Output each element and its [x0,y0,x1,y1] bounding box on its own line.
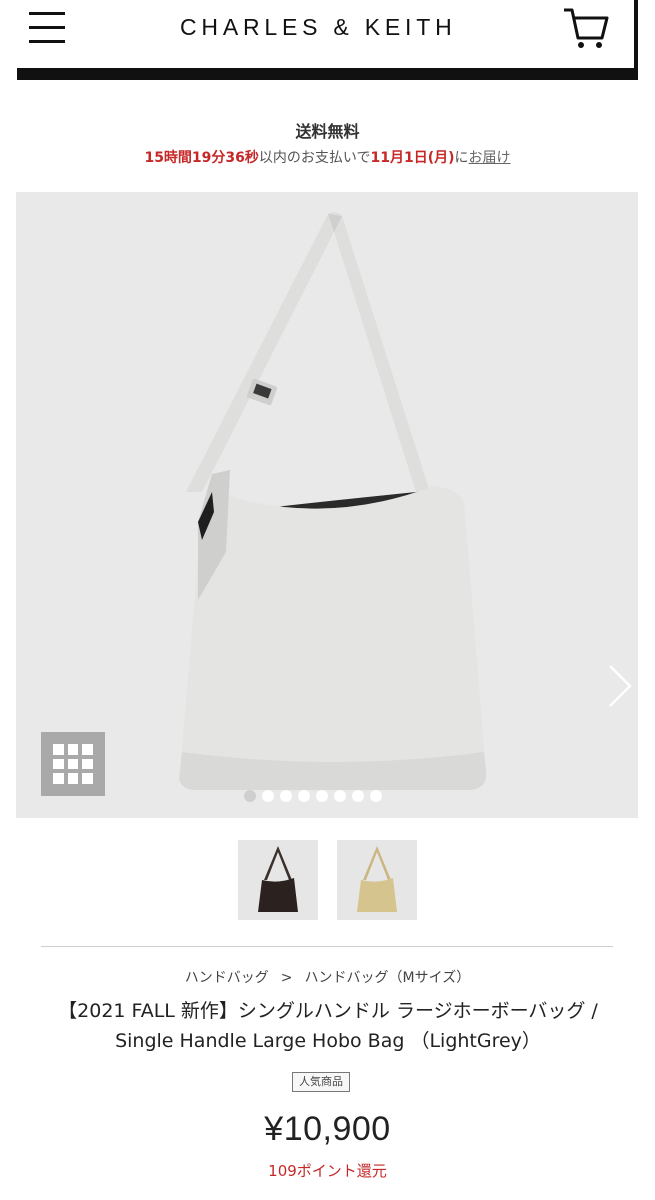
color-thumbnail-dark-brown[interactable] [238,840,318,920]
carousel-dot[interactable] [298,790,310,802]
site-header: CHARLES & KEITH [0,0,655,82]
product-main-image[interactable] [16,192,638,818]
popular-badge: 人気商品 [292,1072,350,1092]
delivery-estimate: 15時間19分36秒以内のお支払いで11月1日(月)にお届け [0,147,655,167]
reward-points: 109ポイント還元 [268,1162,387,1180]
section-divider [41,946,613,947]
grid-view-icon[interactable] [41,732,105,796]
product-title: 【2021 FALL 新作】シングルハンドル ラージホーボーバッグ / Sing… [58,1000,598,1052]
bag-thumbnail-icon [357,846,397,912]
delivery-date: 11月1日(月) [370,150,455,166]
bag-illustration [179,212,487,790]
free-shipping-title: 送料無料 [295,122,360,141]
hamburger-menu-icon[interactable] [29,10,67,46]
within-text: 以内のお支払いで [258,150,371,166]
carousel-dot[interactable] [370,790,382,802]
carousel-dot[interactable] [244,790,256,802]
carousel-dot[interactable] [352,790,364,802]
carousel-dot[interactable] [262,790,274,802]
carousel-dot[interactable] [334,790,346,802]
delivery-link[interactable]: お届け [469,150,511,166]
ni-text: に [454,150,469,166]
shopping-cart-icon[interactable] [562,6,610,50]
carousel-dots [244,790,382,802]
breadcrumb-handbag-m[interactable]: ハンドバッグ（Mサイズ） [305,970,471,986]
countdown-timer: 15時間19分36秒 [144,150,259,166]
product-price: ¥10,900 [264,1110,391,1148]
color-thumbnail-beige[interactable] [337,840,417,920]
bag-thumbnail-icon [258,846,298,912]
chevron-right-icon[interactable] [602,662,638,710]
breadcrumb-separator: > [280,970,293,986]
breadcrumb: ハンドバッグ > ハンドバッグ（Mサイズ） [0,967,655,987]
breadcrumb-handbag[interactable]: ハンドバッグ [185,970,269,986]
carousel-dot[interactable] [280,790,292,802]
brand-logo[interactable]: CHARLES & KEITH [180,14,470,41]
carousel-dot[interactable] [316,790,328,802]
